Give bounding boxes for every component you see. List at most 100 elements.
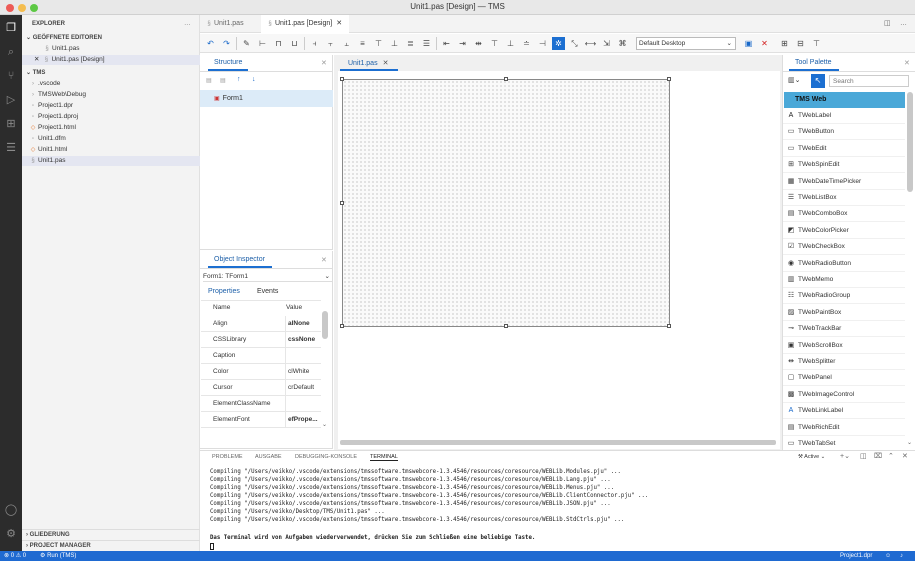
explorer-icon[interactable]: ❐ <box>4 21 18 35</box>
scroll-down-icon[interactable]: ⌄ <box>322 421 327 428</box>
form1-design[interactable] <box>342 79 670 327</box>
center-horiz-icon[interactable]: ⇹ <box>472 37 485 50</box>
inspector-scrollbar[interactable] <box>322 311 328 339</box>
stretch-icon[interactable]: ⟷ <box>584 37 597 50</box>
align-middle-icon[interactable]: ⊥ <box>388 37 401 50</box>
tab-unit1-design[interactable]: § Unit1.pas [Design] ✕ <box>261 15 349 33</box>
palette-item[interactable]: ◉ TWebRadioButton <box>783 256 905 272</box>
add-terminal-icon[interactable]: +⌄ <box>840 452 850 460</box>
tab-order-icon[interactable]: ⌘ <box>616 37 629 50</box>
palette-item[interactable]: ▩ TWebImageControl <box>783 387 905 403</box>
open-editors-section[interactable]: ⌄ GEÖFFNETE EDITOREN <box>26 33 204 43</box>
structure-tab[interactable]: Structure <box>214 59 242 66</box>
tab-output[interactable]: AUSGABE <box>255 454 282 460</box>
bring-front-icon[interactable]: ⊓ <box>272 37 285 50</box>
project-indicator[interactable]: Project1.dpr <box>840 551 872 561</box>
more-actions-icon[interactable]: … <box>184 19 196 29</box>
palette-item[interactable]: ▤ TWebComboBox <box>783 206 905 223</box>
property-row[interactable]: Caption <box>201 348 321 364</box>
split-terminal-icon[interactable]: ◫ <box>860 452 867 460</box>
palette-item[interactable]: A TWebLinkLabel <box>783 403 905 420</box>
view-options-icon[interactable]: ▥⌄ <box>788 76 800 84</box>
palette-item[interactable]: ◩ TWebColorPicker <box>783 223 905 239</box>
delete-icon[interactable]: ✕ <box>758 37 771 50</box>
expand-icon[interactable]: ▤ <box>206 77 212 84</box>
run-status[interactable]: ⚙ Run (TMS) <box>40 551 76 561</box>
design-horizontal-scrollbar[interactable] <box>340 440 776 445</box>
pointer-icon[interactable]: ↖ <box>811 74 825 88</box>
feedback-icon[interactable]: ☺ <box>885 551 891 561</box>
send-back-icon[interactable]: ⊔ <box>288 37 301 50</box>
folder-item[interactable]: › .vscode <box>22 79 200 89</box>
file-item[interactable]: ◇ Unit1.html <box>22 145 200 155</box>
resize-handle[interactable] <box>340 201 344 205</box>
palette-search-input[interactable] <box>829 75 909 87</box>
property-row[interactable]: Align alNone <box>201 316 321 332</box>
run-debug-icon[interactable]: ▷ <box>4 93 18 107</box>
align-center-icon[interactable]: ⫟ <box>324 37 337 50</box>
save-icon[interactable]: ▣ <box>742 37 755 50</box>
snap-icon[interactable]: ≐ <box>520 37 533 50</box>
space-horizontal-icon[interactable]: ≡ <box>356 37 369 50</box>
structure-item-form1[interactable]: ▣ Form1 <box>200 90 333 107</box>
align-top-icon[interactable]: ⊤ <box>372 37 385 50</box>
close-icon[interactable]: ✕ <box>34 56 39 63</box>
palette-item[interactable]: ☷ TWebRadioGroup <box>783 288 905 305</box>
resize-handle[interactable] <box>504 77 508 81</box>
collapse-icon[interactable]: ▤ <box>220 77 226 84</box>
edit-icon[interactable]: ✎ <box>240 37 253 50</box>
outline-section[interactable]: › GLIEDERUNG <box>22 529 200 539</box>
move-up-icon[interactable]: ↑ <box>237 76 241 83</box>
close-icon[interactable]: ✕ <box>902 452 908 460</box>
extensions-icon[interactable]: ⊞ <box>4 117 18 131</box>
properties-tab[interactable]: Properties <box>208 288 240 295</box>
open-editor-item[interactable]: § Unit1.pas <box>22 44 200 54</box>
object-select[interactable]: Form1: TForm1 ⌄ <box>203 271 332 282</box>
close-icon[interactable]: ✕ <box>321 256 327 264</box>
align-grid-icon[interactable]: ⊢ <box>256 37 269 50</box>
hierarchy-icon[interactable]: ⊤ <box>810 37 823 50</box>
notifications-icon[interactable]: ♪ <box>900 551 903 561</box>
align-to-grid-icon[interactable]: ⊥ <box>504 37 517 50</box>
palette-item[interactable]: ▣ TWebScrollBox <box>783 338 905 354</box>
palette-item[interactable]: ☰ TWebListBox <box>783 190 905 206</box>
palette-scrollbar[interactable] <box>907 92 913 192</box>
file-item[interactable]: ▫ Unit1.dfm <box>22 134 200 144</box>
layout-icon[interactable]: ⊟ <box>794 37 807 50</box>
file-item[interactable]: ▫ Project1.dproj <box>22 112 200 122</box>
size-icon[interactable]: ⊣ <box>536 37 549 50</box>
close-icon[interactable]: ✕ <box>383 60 389 67</box>
open-editor-item-active[interactable]: ✕ § Unit1.pas [Design] <box>22 55 200 65</box>
property-row[interactable]: Cursor crDefault <box>201 380 321 396</box>
resize-handle[interactable] <box>340 77 344 81</box>
problems-indicator[interactable]: ⊗ 0 ⚠ 0 <box>4 551 26 561</box>
account-icon[interactable]: ◯ <box>4 503 18 517</box>
resize-handle[interactable] <box>667 77 671 81</box>
property-row[interactable]: Color clWhite <box>201 364 321 380</box>
palette-item[interactable]: ⊸ TWebTrackBar <box>783 321 905 338</box>
align-right-icon[interactable]: ⫠ <box>340 37 353 50</box>
palette-item[interactable]: ⊞ TWebSpinEdit <box>783 157 905 174</box>
device-select[interactable]: Default Desktop ⌄ <box>636 37 736 50</box>
property-row[interactable]: ElementClassName <box>201 396 321 412</box>
events-tab[interactable]: Events <box>257 288 278 295</box>
palette-item[interactable]: ▢ TWebPanel <box>783 370 905 387</box>
move-down-icon[interactable]: ↓ <box>252 76 256 83</box>
palette-item[interactable]: ▥ TWebMemo <box>783 272 905 288</box>
search-icon[interactable]: ⌕ <box>4 45 18 59</box>
center-vert-icon[interactable]: ⊤ <box>488 37 501 50</box>
project-manager-section[interactable]: › PROJECT MANAGER <box>22 540 200 550</box>
palette-item[interactable]: ▦ TWebDateTimePicker <box>783 174 905 190</box>
same-height-icon[interactable]: ⇥ <box>456 37 469 50</box>
resize-handle[interactable] <box>504 324 508 328</box>
property-row[interactable]: CSSLibrary cssNone <box>201 332 321 348</box>
same-width-icon[interactable]: ⇤ <box>440 37 453 50</box>
redo-icon[interactable]: ↷ <box>220 37 233 50</box>
inspector-tab[interactable]: Object Inspector <box>214 256 265 263</box>
scroll-down-icon[interactable]: ⌄ <box>907 439 912 446</box>
terminal-status[interactable]: ⚒ Active ⌄ <box>798 454 825 460</box>
resize-handle[interactable] <box>667 324 671 328</box>
palette-item[interactable]: ▤ TWebRichEdit <box>783 420 905 436</box>
close-icon[interactable]: ✕ <box>321 59 327 67</box>
scale-icon[interactable]: ⇲ <box>600 37 613 50</box>
